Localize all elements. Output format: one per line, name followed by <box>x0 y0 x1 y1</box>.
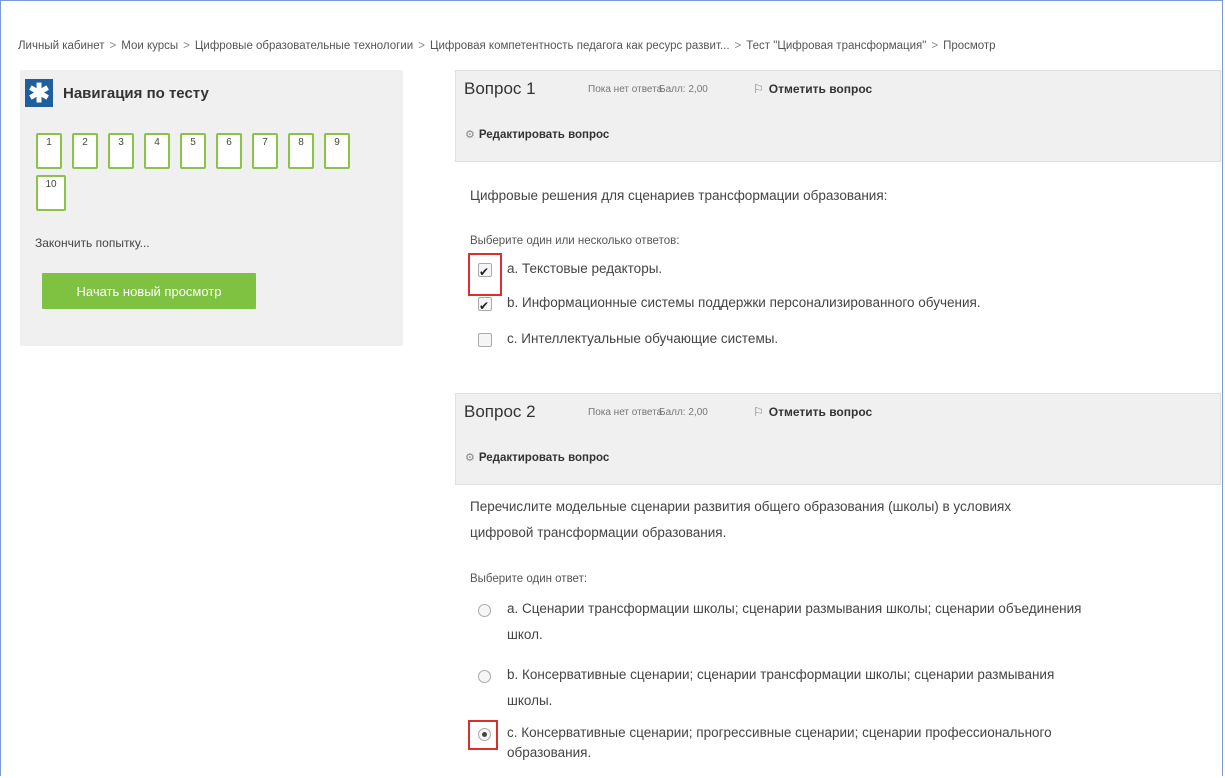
edit-label: Редактировать вопрос <box>478 451 610 464</box>
answer-radio[interactable] <box>475 666 493 684</box>
answer-label: a. Сценарии трансформации школы; сценари… <box>507 596 1081 648</box>
answer-label: b. Информационные системы поддержки перс… <box>507 295 981 310</box>
question-2-status: Пока нет ответа <box>588 407 663 418</box>
answer-line: c. Консервативные сценарии; прогрессивны… <box>507 725 1052 740</box>
finish-attempt-link[interactable]: Закончить попытку... <box>35 236 150 250</box>
question-2-prompt: Выберите один ответ: <box>470 573 588 585</box>
question-1-flag-toggle[interactable]: ⚐ Отметить вопрос <box>753 82 872 96</box>
question-2-text-line: цифровой трансформации образования. <box>470 525 727 540</box>
question-number-label: Вопрос <box>464 402 522 421</box>
flag-icon: ⚐ <box>753 82 764 96</box>
question-button-6[interactable]: 6 <box>216 133 242 169</box>
flag-label: Отметить вопрос <box>768 405 873 419</box>
checkbox-unchecked-icon <box>478 333 492 347</box>
breadcrumb-my-courses[interactable]: Мои курсы <box>121 40 178 52</box>
answer-radio[interactable] <box>475 600 493 618</box>
asterisk-icon: ✱ <box>25 79 53 107</box>
answer-radio[interactable] <box>475 724 493 742</box>
question-2-text-line: Перечислите модельные сценарии развития … <box>470 499 1012 514</box>
breadcrumb-separator: > <box>183 40 190 52</box>
edit-label: Редактировать вопрос <box>478 128 610 141</box>
answer-checkbox[interactable] <box>475 259 493 285</box>
question-button-7[interactable]: 7 <box>252 133 278 169</box>
breadcrumb-course[interactable]: Цифровые образовательные технологии <box>195 40 413 52</box>
answer-label: a. Текстовые редакторы. <box>507 261 663 276</box>
checkbox-checked-icon <box>478 259 492 285</box>
breadcrumb-separator: > <box>109 40 117 52</box>
quiz-navigation-header: ✱ Навигация по тесту <box>25 79 209 107</box>
quiz-navigation-title: Навигация по тесту <box>63 84 209 102</box>
radio-unchecked-icon <box>478 670 491 683</box>
answer-line: образования. <box>507 745 592 760</box>
question-button-5[interactable]: 5 <box>180 133 206 169</box>
question-button-10[interactable]: 10 <box>36 175 66 211</box>
breadcrumb-separator: > <box>418 40 425 52</box>
answer-label: b. Консервативные сценарии; сценарии тра… <box>507 662 1054 714</box>
answer-line: школ. <box>507 627 543 642</box>
answer-label: c. Консервативные сценарии; прогрессивны… <box>507 723 1052 763</box>
answer-line: a. Сценарии трансформации школы; сценари… <box>507 601 1082 616</box>
question-1-status: Пока нет ответа <box>588 84 663 95</box>
question-number-value: 2 <box>526 402 536 421</box>
question-1-answer-c[interactable]: c. Интеллектуальные обучающие системы. <box>475 326 778 352</box>
radio-checked-icon <box>478 728 491 741</box>
question-2-mark: Балл: 2,00 <box>659 407 708 418</box>
question-1-number: Вопрос 1 <box>464 79 536 99</box>
question-1-info: Вопрос 1 Пока нет ответа Балл: 2,00 ⚐ От… <box>455 70 1221 162</box>
answer-checkbox[interactable] <box>475 293 493 319</box>
question-2-info: Вопрос 2 Пока нет ответа Балл: 2,00 ⚐ От… <box>455 393 1221 485</box>
breadcrumb-home[interactable]: Личный кабинет <box>18 40 105 52</box>
breadcrumb: Личный кабинет > Мои курсы > Цифровые образо… <box>18 40 1218 52</box>
gear-icon: ⚙ <box>465 129 475 141</box>
breadcrumb-current: Просмотр <box>943 40 996 52</box>
flag-icon: ⚐ <box>753 405 764 419</box>
question-2-text: Перечислите модельные сценарии развития … <box>470 494 1011 546</box>
quiz-navigation-block: ✱ Навигация по тесту 1 2 3 4 5 6 7 8 9 1… <box>20 70 403 346</box>
question-1-answer-a[interactable]: a. Текстовые редакторы. <box>475 256 663 285</box>
gear-icon: ⚙ <box>465 452 475 464</box>
question-button-3[interactable]: 3 <box>108 133 134 169</box>
checkbox-checked-icon <box>478 293 492 319</box>
question-button-4[interactable]: 4 <box>144 133 170 169</box>
question-2-answer-a[interactable]: a. Сценарии трансформации школы; сценари… <box>475 596 1081 648</box>
breadcrumb-separator: > <box>931 40 939 52</box>
question-button-2[interactable]: 2 <box>72 133 98 169</box>
question-2-answer-b[interactable]: b. Консервативные сценарии; сценарии тра… <box>475 662 1054 714</box>
radio-unchecked-icon <box>478 604 491 617</box>
question-button-1[interactable]: 1 <box>36 133 62 169</box>
answer-line: b. Консервативные сценарии; сценарии тра… <box>507 667 1055 682</box>
question-1-prompt: Выберите один или несколько ответов: <box>470 235 680 247</box>
question-1-mark: Балл: 2,00 <box>659 84 708 95</box>
question-number-label: Вопрос <box>464 79 522 98</box>
breadcrumb-section[interactable]: Цифровая компетентность педагога как рес… <box>430 40 730 52</box>
question-button-8[interactable]: 8 <box>288 133 314 169</box>
start-new-preview-button[interactable]: Начать новый просмотр <box>42 273 256 309</box>
question-2-answer-c[interactable]: c. Консервативные сценарии; прогрессивны… <box>475 720 1052 763</box>
answer-label: c. Интеллектуальные обучающие системы. <box>507 331 779 346</box>
question-number-value: 1 <box>526 79 536 98</box>
breadcrumb-quiz[interactable]: Тест "Цифровая трансформация" <box>746 40 926 52</box>
flag-label: Отметить вопрос <box>768 82 873 96</box>
breadcrumb-separator: > <box>734 40 742 52</box>
question-2-edit-link[interactable]: ⚙ Редактировать вопрос <box>465 451 610 465</box>
question-1-answer-b[interactable]: b. Информационные системы поддержки перс… <box>475 290 981 319</box>
answer-line: школы. <box>507 693 553 708</box>
question-1-text: Цифровые решения для сценариев трансформ… <box>470 188 888 203</box>
question-1-edit-link[interactable]: ⚙ Редактировать вопрос <box>465 128 610 142</box>
question-2-number: Вопрос 2 <box>464 402 536 422</box>
question-button-9[interactable]: 9 <box>324 133 350 169</box>
question-2-flag-toggle[interactable]: ⚐ Отметить вопрос <box>753 405 872 419</box>
answer-checkbox[interactable] <box>475 330 493 348</box>
